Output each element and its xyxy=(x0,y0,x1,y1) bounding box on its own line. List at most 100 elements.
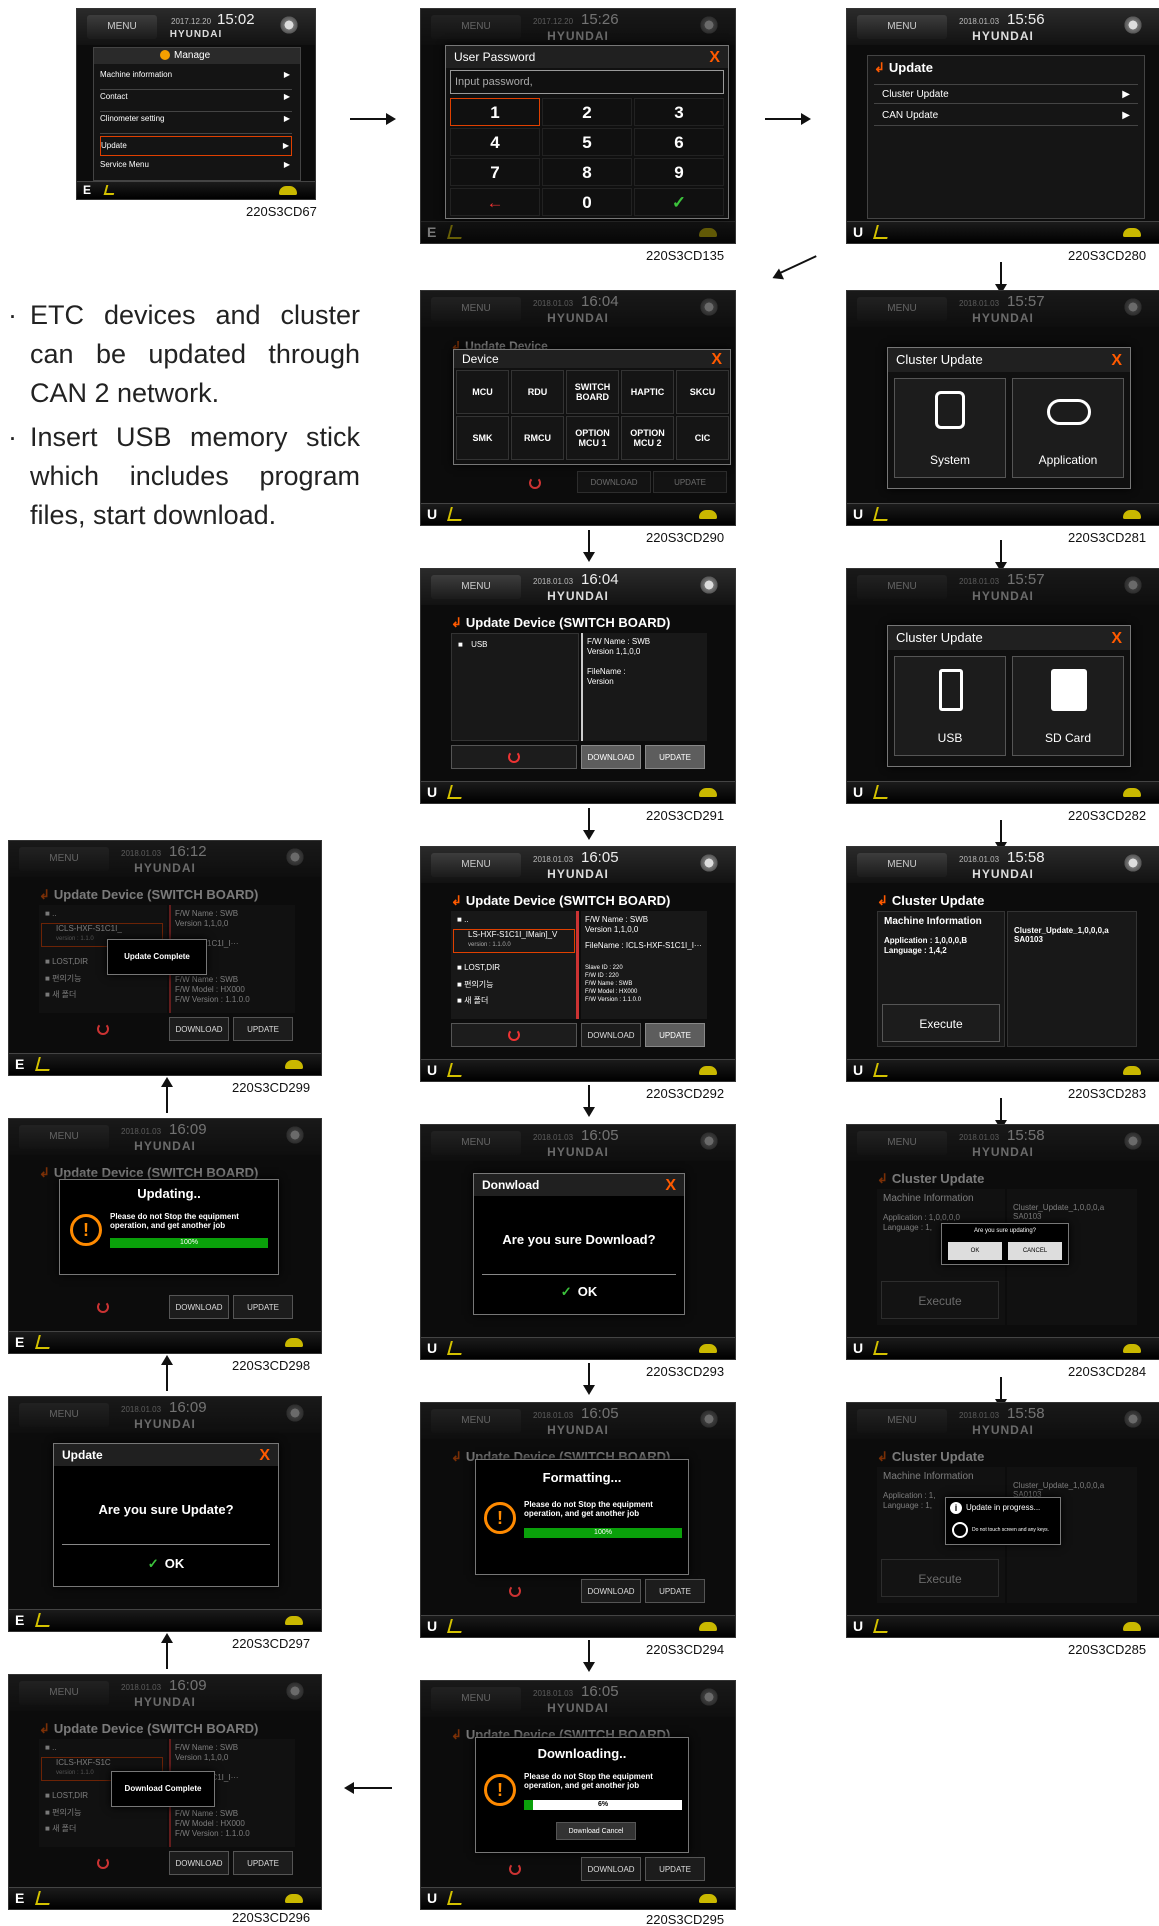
device-button[interactable]: MCU xyxy=(456,370,509,414)
top-bar: MENU 2018.01.03 15:57 HYUNDAI xyxy=(847,291,1159,327)
time: 15:58 xyxy=(1007,1127,1045,1144)
reload-button[interactable] xyxy=(451,745,577,769)
menu-item-can-update[interactable]: CAN Update ▶ xyxy=(874,106,1138,126)
update-button[interactable]: UPDATE xyxy=(645,745,705,769)
settings-icon[interactable] xyxy=(699,853,719,873)
system-button[interactable]: System xyxy=(894,378,1006,478)
device-button[interactable]: SWITCH BOARD xyxy=(566,370,619,414)
settings-icon[interactable] xyxy=(279,15,299,35)
sd-card-button[interactable]: SD Card xyxy=(1012,656,1124,756)
keypad-key[interactable]: 0 xyxy=(542,188,632,216)
device-button[interactable]: OPTION MCU 2 xyxy=(621,416,674,460)
keypad-key[interactable]: 8 xyxy=(542,158,632,186)
screen-formatting: MENU 2018.01.03 16:05 HYUNDAI ↲ Update De… xyxy=(420,1402,736,1638)
keypad-key[interactable]: ✓ xyxy=(634,188,724,216)
keypad-key[interactable]: 4 xyxy=(450,128,540,156)
keypad-key[interactable]: 5 xyxy=(542,128,632,156)
download-cancel-button[interactable]: Download Cancel xyxy=(556,1822,636,1840)
device-button[interactable]: RMCU xyxy=(511,416,564,460)
selected-file[interactable]: LS-HXF-S1C1I_IMain]_V version : 1.1.0.0 xyxy=(453,929,575,953)
list-item[interactable]: ■ .. xyxy=(457,915,469,924)
ok-button[interactable]: ✓ OK xyxy=(54,1556,278,1572)
settings-icon[interactable] xyxy=(699,575,719,595)
arrow-up xyxy=(166,1365,168,1391)
usb-button[interactable]: USB xyxy=(894,656,1006,756)
keypad-key[interactable]: 3 xyxy=(634,98,724,126)
time: 16:05 xyxy=(581,1127,619,1144)
menu-item-clinometer[interactable]: Clinometer setting ▶ xyxy=(100,114,292,134)
close-icon[interactable]: X xyxy=(665,1175,676,1197)
download-button[interactable]: DOWNLOAD xyxy=(169,1851,229,1875)
list-item[interactable]: ■ 새 폴더 xyxy=(457,995,488,1006)
update-button[interactable]: UPDATE xyxy=(233,1017,293,1041)
question: Are you sure Download? xyxy=(502,1232,656,1247)
turtle-icon xyxy=(285,1894,303,1903)
close-icon[interactable]: X xyxy=(1111,349,1122,373)
figure-code: 220S3CD291 xyxy=(646,808,725,823)
fw-name-2: F/W Name : SWB xyxy=(175,975,239,984)
device-button[interactable]: HAPTIC xyxy=(621,370,674,414)
reload-icon xyxy=(508,1029,520,1041)
bottom-bar: U xyxy=(421,781,735,803)
screen-cluster-confirm: MENU 2018.01.03 15:58 HYUNDAI ↲ Cluster U… xyxy=(846,1124,1159,1360)
device-button[interactable]: OPTION MCU 1 xyxy=(566,416,619,460)
ok-button[interactable]: ✓ OK xyxy=(474,1284,684,1300)
top-bar: MENU 2018.01.03 16:04 HYUNDAI xyxy=(421,569,735,605)
arrow-head xyxy=(386,113,396,125)
device-button[interactable]: SMK xyxy=(456,416,509,460)
download-button[interactable]: DOWNLOAD xyxy=(581,745,641,769)
settings-icon[interactable] xyxy=(1123,853,1143,873)
settings-icon[interactable] xyxy=(1123,15,1143,35)
close-icon[interactable]: X xyxy=(259,1445,270,1467)
fw-version: Version 1,1,0,0 xyxy=(175,1753,229,1762)
sd-card-icon xyxy=(1051,669,1087,711)
update-button[interactable]: UPDATE xyxy=(233,1851,293,1875)
brand: HYUNDAI xyxy=(547,29,609,43)
time: 16:05 xyxy=(581,1683,619,1700)
version-label: Version xyxy=(587,677,614,686)
list-item[interactable]: ■ 편의기능 xyxy=(457,979,494,990)
close-icon[interactable]: X xyxy=(711,351,722,369)
screen-password: MENU 2017.12.20 15:26 HYUNDAI User Passw… xyxy=(420,8,736,244)
top-bar: MENU 2018.01.03 16:05 HYUNDAI xyxy=(421,847,735,883)
turtle-icon xyxy=(285,1338,303,1347)
please-wait: Please do not Stop the equipment operati… xyxy=(110,1212,239,1230)
execute-button[interactable]: Execute xyxy=(882,1004,1000,1042)
arrow-head xyxy=(161,1633,173,1643)
keypad-key[interactable]: 9 xyxy=(634,158,724,186)
device-button[interactable]: SKCU xyxy=(676,370,729,414)
ok-button[interactable]: OK xyxy=(948,1242,1002,1260)
close-icon[interactable]: X xyxy=(709,47,720,69)
keypad-key[interactable]: 6 xyxy=(634,128,724,156)
menu-item-contact[interactable]: Contact ▶ xyxy=(100,92,292,112)
mode-icon xyxy=(103,185,117,195)
reload-button[interactable] xyxy=(451,1023,577,1047)
device-button[interactable]: RDU xyxy=(511,370,564,414)
mode-indicator: E xyxy=(83,183,92,197)
device-button[interactable]: CIC xyxy=(676,416,729,460)
keypad-key[interactable]: 2 xyxy=(542,98,632,126)
date: 2018.01.03 xyxy=(959,17,1000,26)
keypad-key[interactable]: 7 xyxy=(450,158,540,186)
top-bar: MENU 2018.01.03 16:05 HYUNDAI xyxy=(421,1125,735,1161)
menu-item-service[interactable]: Service Menu ▶ xyxy=(100,160,292,180)
detail-0: Slave ID : 220 xyxy=(585,965,623,971)
update-button[interactable]: UPDATE xyxy=(645,1023,705,1047)
download-button[interactable]: DOWNLOAD xyxy=(169,1017,229,1041)
menu-item-update[interactable]: Update ▶ xyxy=(100,136,292,156)
figure-code: 220S3CD283 xyxy=(1068,1086,1147,1101)
keypad-key[interactable]: 1 xyxy=(450,98,540,126)
close-icon[interactable]: X xyxy=(1111,627,1122,651)
application-button[interactable]: Application xyxy=(1012,378,1124,478)
brand: HYUNDAI xyxy=(972,29,1034,43)
dialog-title: Donwload X xyxy=(474,1174,684,1196)
cancel-button[interactable]: CANCEL xyxy=(1008,1242,1062,1260)
mode-indicator: E xyxy=(15,1612,25,1628)
password-input[interactable]: Input password, xyxy=(450,70,724,94)
keypad-key[interactable]: ← xyxy=(450,188,540,216)
list-item[interactable]: ■ LOST,DIR xyxy=(457,963,500,972)
download-button[interactable]: DOWNLOAD xyxy=(581,1023,641,1047)
menu-item-machine-info[interactable]: Machine information ▶ xyxy=(100,70,292,90)
menu-item-cluster-update[interactable]: Cluster Update ▶ xyxy=(874,84,1138,104)
folder-usb[interactable]: ■ USB xyxy=(458,640,488,649)
